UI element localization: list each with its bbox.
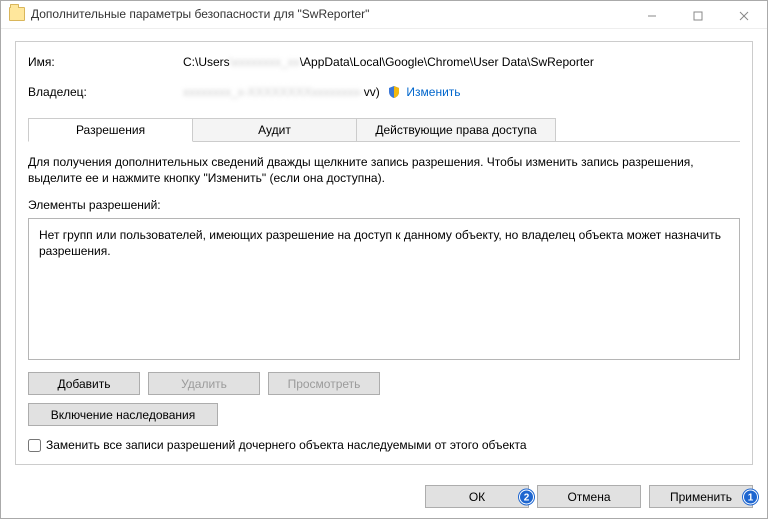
delete-button: Удалить xyxy=(148,372,260,395)
owner-suffix: vv) xyxy=(364,85,380,99)
ok-button[interactable]: ОК 2 xyxy=(425,485,529,508)
enable-inheritance-button[interactable]: Включение наследования xyxy=(28,403,218,426)
name-prefix: C:\Users xyxy=(183,55,230,69)
name-row: Имя: C:\Users\xxxxxxxx_xx\AppData\Local\… xyxy=(28,52,740,72)
maximize-button[interactable] xyxy=(675,1,721,31)
advanced-security-window: Дополнительные параметры безопасности дл… xyxy=(0,0,768,519)
name-value: C:\Users\xxxxxxxx_xx\AppData\Local\Googl… xyxy=(183,55,594,69)
titlebar: Дополнительные параметры безопасности дл… xyxy=(1,1,767,29)
permission-buttons-row: Добавить Удалить Просмотреть xyxy=(28,372,740,395)
tab-permissions[interactable]: Разрешения xyxy=(28,118,193,142)
owner-blurred: xxxxxxxx_x-XXXXXXXXxxxxxxxx- xyxy=(183,85,364,99)
inherit-row: Включение наследования xyxy=(28,403,740,426)
annotation-badge-1: 1 xyxy=(743,489,758,504)
elements-label: Элементы разрешений: xyxy=(28,198,740,212)
name-suffix: \AppData\Local\Google\Chrome\User Data\S… xyxy=(300,55,594,69)
tab-effective-access[interactable]: Действующие права доступа xyxy=(356,118,556,141)
dialog-footer: ОК 2 Отмена Применить 1 xyxy=(1,475,767,518)
shield-icon xyxy=(387,85,401,99)
replace-checkbox[interactable] xyxy=(28,439,41,452)
owner-row: Владелец: xxxxxxxx_x-XXXXXXXXxxxxxxxx-vv… xyxy=(28,82,740,102)
change-owner-link[interactable]: Изменить xyxy=(406,85,460,99)
folder-icon xyxy=(9,7,25,21)
tab-audit[interactable]: Аудит xyxy=(192,118,357,141)
window-title: Дополнительные параметры безопасности дл… xyxy=(31,7,369,21)
tabs: Разрешения Аудит Действующие права досту… xyxy=(28,118,740,142)
content-area: Имя: C:\Users\xxxxxxxx_xx\AppData\Local\… xyxy=(1,29,767,475)
annotation-badge-2: 2 xyxy=(519,489,534,504)
minimize-button[interactable] xyxy=(629,1,675,31)
cancel-button[interactable]: Отмена xyxy=(537,485,641,508)
apply-button[interactable]: Применить 1 xyxy=(649,485,753,508)
replace-checkbox-row: Заменить все записи разрешений дочернего… xyxy=(28,438,740,452)
permissions-list[interactable]: Нет групп или пользователей, имеющих раз… xyxy=(28,218,740,360)
owner-value: xxxxxxxx_x-XXXXXXXXxxxxxxxx-vv) Изменить xyxy=(183,85,461,100)
owner-label: Владелец: xyxy=(28,85,183,99)
help-text: Для получения дополнительных сведений дв… xyxy=(28,154,740,186)
view-button: Просмотреть xyxy=(268,372,380,395)
close-button[interactable] xyxy=(721,1,767,31)
inner-panel: Имя: C:\Users\xxxxxxxx_xx\AppData\Local\… xyxy=(15,41,753,465)
add-button[interactable]: Добавить xyxy=(28,372,140,395)
replace-checkbox-label[interactable]: Заменить все записи разрешений дочернего… xyxy=(46,438,527,452)
window-controls xyxy=(629,1,767,31)
permissions-empty-text: Нет групп или пользователей, имеющих раз… xyxy=(39,228,721,258)
name-blurred: \xxxxxxxx_xx xyxy=(230,55,300,69)
name-label: Имя: xyxy=(28,55,183,69)
